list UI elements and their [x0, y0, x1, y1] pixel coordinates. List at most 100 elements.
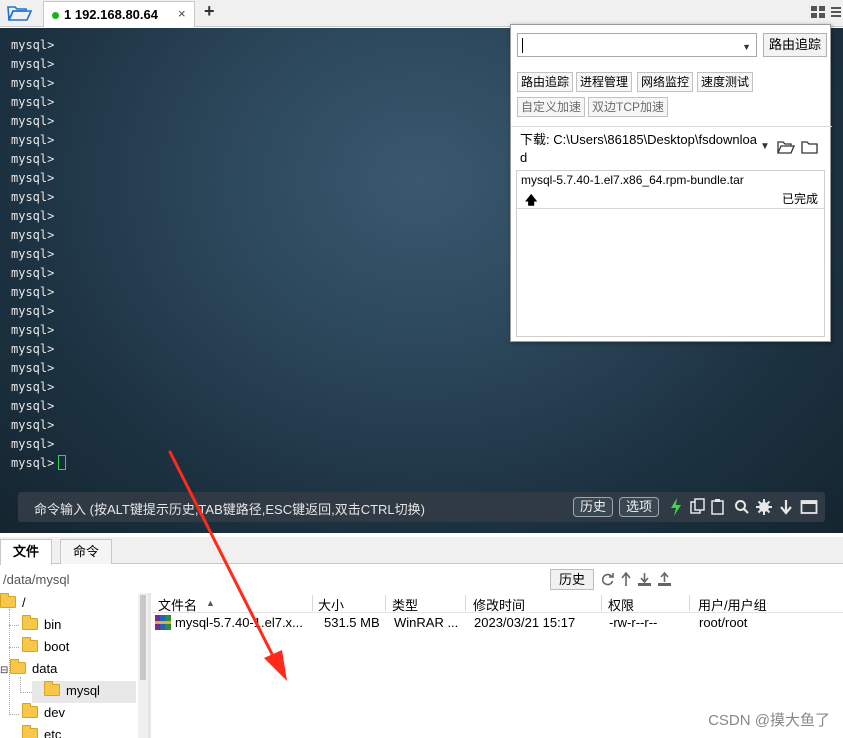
arrow-up-icon: 🡅 [525, 193, 538, 207]
file-name[interactable]: mysql-5.7.40-1.el7.x... [175, 615, 303, 630]
tree-node-mysql[interactable]: mysql [44, 681, 100, 701]
file-manager-panel: 文件 命令 /data/mysql 历史 / bin boot ⊟ data my… [0, 537, 843, 738]
arrow-down-icon[interactable] [779, 498, 793, 516]
file-size: 531.5 MB [324, 615, 380, 630]
download-list: mysql-5.7.40-1.el7.x86_64.rpm-bundle.tar… [516, 170, 825, 337]
winrar-archive-icon [155, 615, 171, 630]
tree-node-data[interactable]: ⊟ data [0, 659, 57, 679]
tree-node-label: data [32, 661, 58, 676]
file-owner: root/root [699, 615, 748, 630]
open-folder-button[interactable] [4, 2, 36, 24]
maximize-icon[interactable] [800, 498, 818, 516]
tool-speed-test-button[interactable]: 速度测试 [697, 72, 754, 92]
column-type[interactable]: 类型 [392, 595, 418, 614]
tab-close-button[interactable]: × [178, 6, 186, 21]
column-size[interactable]: 大小 [318, 595, 344, 614]
session-tab-bar: 1 192.168.80.64 × + [0, 0, 843, 27]
route-trace-button[interactable]: 路由追踪 [763, 33, 828, 57]
terminal-prompt-line: mysql> [11, 380, 55, 394]
tab-files[interactable]: 文件 [0, 539, 53, 565]
upload-icon[interactable] [657, 572, 672, 587]
folder-icon [10, 659, 26, 674]
terminal-prompt-line: mysql> [11, 152, 55, 166]
tree-node-label: mysql [66, 683, 100, 698]
tcp-accel-button[interactable]: 双边TCP加速 [588, 97, 669, 117]
connected-status-dot [52, 12, 59, 19]
column-permission[interactable]: 权限 [608, 595, 634, 614]
file-list-header: 文件名 ▲ 大小 类型 修改时间 权限 用户/用户组 [152, 593, 843, 613]
tree-node-bin[interactable]: bin [22, 615, 61, 635]
column-name[interactable]: 文件名 [158, 595, 197, 614]
column-owner[interactable]: 用户/用户组 [698, 595, 767, 614]
search-icon[interactable] [734, 498, 750, 516]
terminal-prompt-line: mysql> [11, 437, 55, 451]
tree-node-etc[interactable]: etc [22, 725, 61, 738]
folder-icon [22, 637, 38, 652]
tool-route-trace-button[interactable]: 路由追踪 [517, 72, 574, 92]
tool-process-manager-button[interactable]: 进程管理 [576, 72, 633, 92]
scrollbar-thumb[interactable] [140, 595, 146, 680]
route-trace-input[interactable]: ▼ [517, 33, 757, 57]
path-bar: /data/mysql 历史 [0, 569, 843, 591]
tab-session-label: 1 192.168.80.64 [64, 7, 158, 22]
arrow-up-icon[interactable] [620, 572, 632, 587]
tab-session[interactable]: 1 192.168.80.64 × [43, 1, 195, 27]
tree-node-label: dev [44, 705, 65, 720]
tree-node-dev[interactable]: dev [22, 703, 65, 723]
path-input[interactable]: /data/mysql [3, 572, 69, 587]
path-history-button[interactable]: 历史 [550, 569, 595, 590]
copy-icon[interactable] [690, 498, 706, 516]
terminal-prompt-line: mysql> [11, 228, 55, 242]
lightning-icon[interactable] [670, 498, 682, 516]
folder-icon [0, 593, 16, 608]
tree-node-label: etc [44, 727, 62, 738]
chevron-down-icon[interactable]: ▼ [742, 42, 751, 52]
tool-network-monitor-button[interactable]: 网络监控 [637, 72, 694, 92]
file-manager-tabs: 文件 命令 [0, 537, 843, 565]
terminal-prompt-line: mysql> [11, 399, 55, 413]
terminal-cursor [58, 455, 67, 470]
custom-accel-button[interactable]: 自定义加速 [517, 97, 586, 117]
text-caret [522, 38, 523, 53]
download-item[interactable]: mysql-5.7.40-1.el7.x86_64.rpm-bundle.tar… [517, 171, 824, 209]
command-input-bar[interactable]: 命令输入 (按ALT键提示历史,TAB键路径,ESC键返回,双击CTRL切换) … [18, 492, 825, 522]
file-type: WinRAR ... [394, 615, 459, 630]
column-modified[interactable]: 修改时间 [473, 595, 525, 614]
refresh-icon[interactable] [600, 572, 615, 587]
grid-layout-icon[interactable] [810, 4, 826, 20]
chevron-down-icon[interactable]: ▼ [760, 141, 770, 152]
sort-asc-icon: ▲ [206, 598, 215, 608]
download-icon[interactable] [637, 572, 652, 587]
tree-scrollbar[interactable] [138, 593, 148, 738]
paste-icon[interactable] [710, 498, 726, 516]
terminal-prompt-line: mysql> [11, 266, 55, 280]
folder-open-icon[interactable] [776, 139, 796, 155]
terminal-prompt-line: mysql> [11, 190, 55, 204]
tree-node-boot[interactable]: boot [22, 637, 69, 657]
folder-icon [44, 681, 60, 696]
file-modified: 2023/03/21 15:17 [474, 615, 576, 630]
terminal-prompt-line: mysql> [11, 247, 55, 261]
tree-node-label: bin [44, 617, 62, 632]
download-path-label: 下载: C:\Users\86185\Desktop\fsdownload [520, 132, 757, 165]
tools-popup: ▼ 路由追踪 路由追踪 进程管理 网络监控 速度测试 自定义加速 双边TCP加速… [510, 24, 832, 342]
folder-icon [22, 615, 38, 630]
terminal-prompt-line: mysql> [11, 304, 55, 318]
pane-splitter[interactable] [148, 593, 151, 738]
history-button[interactable]: 历史 [573, 497, 614, 517]
folder-open-icon [7, 6, 33, 21]
divider [511, 126, 832, 127]
new-tab-button[interactable]: + [204, 1, 215, 22]
file-permission: -rw-r--r-- [609, 615, 658, 630]
tree-node-label: boot [44, 639, 70, 654]
terminal-prompt-line: mysql> [11, 454, 67, 473]
terminal-prompt-line: mysql> [11, 114, 55, 128]
folder-icon[interactable] [801, 139, 819, 155]
gear-icon[interactable] [756, 498, 772, 516]
tab-commands[interactable]: 命令 [60, 539, 113, 564]
tree-node-root[interactable]: / [0, 593, 26, 613]
menu-icon[interactable] [830, 4, 842, 20]
terminal-prompt-line: mysql> [11, 209, 55, 223]
options-button[interactable]: 选项 [619, 497, 660, 517]
terminal-prompt-line: mysql> [11, 76, 55, 90]
